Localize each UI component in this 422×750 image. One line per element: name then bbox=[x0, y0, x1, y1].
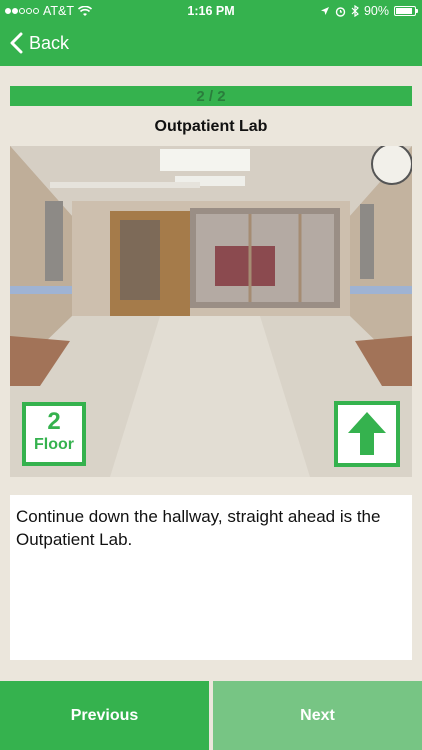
step-description: Continue down the hallway, straight ahea… bbox=[10, 495, 412, 660]
battery-icon bbox=[394, 6, 418, 16]
step-progress-bar: 2 / 2 bbox=[10, 86, 412, 106]
alarm-icon bbox=[335, 6, 346, 17]
previous-button[interactable]: Previous bbox=[0, 681, 209, 750]
back-button[interactable]: Back bbox=[10, 32, 69, 54]
step-title: Outpatient Lab bbox=[154, 118, 268, 135]
floor-number: 2 bbox=[47, 408, 61, 435]
status-bar: AT&T 1:16 PM 90% bbox=[0, 0, 422, 22]
floor-label: Floor bbox=[34, 436, 74, 453]
arrow-up-icon bbox=[348, 412, 386, 455]
battery-percent: 90% bbox=[363, 4, 389, 18]
previous-label: Previous bbox=[70, 706, 139, 724]
progress-text: 2 / 2 bbox=[196, 88, 226, 105]
next-label: Next bbox=[300, 706, 335, 724]
bluetooth-icon bbox=[351, 5, 359, 17]
navigation-bar: Back bbox=[0, 22, 422, 66]
location-arrow-icon bbox=[320, 7, 329, 15]
chevron-left-icon bbox=[10, 32, 23, 54]
floor-badge: 2 Floor bbox=[22, 402, 86, 466]
back-label: Back bbox=[29, 32, 70, 53]
direction-badge bbox=[334, 401, 400, 467]
next-button[interactable]: Next bbox=[213, 681, 422, 750]
status-right: 90% bbox=[320, 4, 418, 18]
